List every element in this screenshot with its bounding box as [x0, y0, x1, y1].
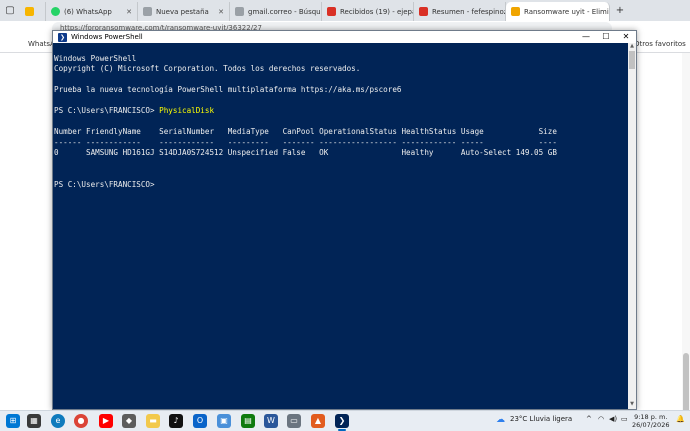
outlook-icon[interactable]: O — [193, 414, 207, 428]
network-icon[interactable]: ◠ — [598, 415, 604, 423]
console-blank — [54, 117, 628, 128]
clock-date: 26/07/2026 — [632, 421, 670, 429]
console-prompt-line: PS C:\Users\FRANCISCO> — [54, 179, 155, 189]
warning-favicon-icon — [511, 7, 520, 16]
tab-pinned[interactable] — [20, 2, 46, 21]
tab-label: Nueva pestaña — [156, 7, 209, 16]
scroll-down-icon[interactable]: ▼ — [628, 401, 636, 409]
console-blank — [54, 96, 628, 107]
file-explorer-icon[interactable]: ▬ — [146, 414, 160, 428]
system-clock[interactable]: 9:18 p. m. 26/07/2026 — [632, 413, 669, 429]
close-tab-icon[interactable]: ✕ — [126, 8, 132, 16]
tab-ransomware-forum[interactable]: Ransomware uyit - Elimi ✕ — [506, 2, 610, 21]
show-hidden-icons-icon[interactable]: ^ — [586, 415, 592, 423]
weather-text[interactable]: 23°C Lluvia ligera — [510, 415, 572, 423]
word-icon[interactable]: W — [264, 414, 278, 428]
battery-icon[interactable]: ▭ — [621, 415, 628, 423]
tab-label: (6) WhatsApp — [64, 7, 112, 16]
page-favicon-icon — [235, 7, 244, 16]
powershell-taskbar-icon[interactable]: ❯ — [335, 414, 349, 431]
tab-label: gmail.correo - Búsqueda — [248, 7, 321, 16]
console-line-pscore: Prueba la nueva tecnología PowerShell mu… — [54, 85, 402, 94]
console-line-copyright: Copyright (C) Microsoft Corporation. Tod… — [54, 64, 361, 73]
close-button[interactable]: ✕ — [616, 31, 636, 43]
bookmark-other-favorites[interactable]: Otros favoritos — [634, 40, 686, 48]
console-blank — [54, 169, 628, 180]
close-tab-icon[interactable]: ✕ — [218, 8, 224, 16]
table-header-underline: ------ ------------ ------------ -------… — [54, 137, 557, 147]
tab-new-tab[interactable]: Nueva pestaña ✕ — [138, 2, 230, 21]
pinned-tab-favicon-icon — [25, 7, 34, 16]
console-line-title: Windows PowerShell — [54, 53, 137, 63]
tab-gmail-summary[interactable]: Resumen - fefespinoza@ ✕ — [414, 2, 506, 21]
tab-menu-icon[interactable]: ▢ — [0, 0, 20, 21]
tab-search[interactable]: gmail.correo - Búsqueda ✕ — [230, 2, 322, 21]
console-command-line: PS C:\Users\FRANCISCO> PhysicalDisk — [54, 106, 628, 117]
powershell-titlebar[interactable]: ❯ Windows PowerShell — ☐ ✕ — [53, 31, 636, 43]
scroll-up-icon[interactable]: ▲ — [628, 43, 636, 51]
tab-label: Ransomware uyit - Elimi — [524, 7, 609, 16]
taskbar: ⊞ ▦ e ● ▶ ◆ ▬ ♪ O ▣ ▤ W ▭ ▲ ❯ ☁ 23°C Llu… — [0, 410, 690, 431]
tab-label: Resumen - fefespinoza@ — [432, 7, 505, 16]
tiktok-icon[interactable]: ♪ — [169, 414, 183, 428]
console-blank — [54, 75, 628, 86]
powershell-icon: ❯ — [58, 32, 67, 42]
table-row: 0 SAMSUNG HD161GJ S14DJA0S724512 Unspeci… — [54, 148, 557, 157]
table-header: Number FriendlyName SerialNumber MediaTy… — [54, 127, 557, 136]
whatsapp-favicon-icon — [51, 7, 60, 16]
console-output[interactable]: Windows PowerShell Copyright (C) Microsof… — [53, 43, 628, 409]
browser-tab-strip: ▢ (6) WhatsApp ✕ Nueva pestaña ✕ gmail.c… — [0, 0, 690, 21]
app-icon[interactable]: ◆ — [122, 414, 136, 428]
gmail-favicon-icon — [419, 7, 428, 16]
volume-icon[interactable]: ◀) — [609, 415, 617, 423]
notifications-bell-icon[interactable]: 🔔 — [676, 415, 685, 423]
app-icon[interactable]: ▭ — [287, 414, 301, 428]
store-icon[interactable]: ▣ — [217, 414, 231, 428]
start-windows-icon[interactable]: ⊞ — [6, 414, 20, 428]
console-command: PhysicalDisk — [159, 106, 215, 115]
app-icon[interactable]: ▲ — [311, 414, 325, 428]
spreadsheet-app-icon[interactable]: ▤ — [241, 414, 255, 428]
clock-time: 9:18 p. m. — [634, 413, 668, 421]
powershell-window[interactable]: ❯ Windows PowerShell — ☐ ✕ Windows Power… — [52, 30, 637, 410]
window-title: Windows PowerShell — [71, 33, 143, 41]
console-blank — [54, 159, 628, 170]
minimize-button[interactable]: — — [576, 31, 596, 43]
chrome-browser-icon[interactable]: ● — [74, 414, 88, 428]
gmail-favicon-icon — [327, 7, 336, 16]
task-view-icon[interactable]: ▦ — [27, 414, 41, 428]
console-scrollbar-thumb[interactable] — [629, 51, 635, 69]
tab-whatsapp[interactable]: (6) WhatsApp ✕ — [46, 2, 138, 21]
tab-label: Recibidos (19) - ejeparra — [340, 7, 413, 16]
console-prompt: PS C:\Users\FRANCISCO> — [54, 106, 160, 115]
page-scrollbar[interactable] — [682, 53, 690, 431]
edge-browser-icon[interactable]: e — [51, 414, 65, 428]
console-scrollbar[interactable]: ▲ ▼ — [628, 43, 636, 409]
new-tab-plus-icon[interactable]: + — [610, 0, 630, 21]
tab-gmail-inbox[interactable]: Recibidos (19) - ejeparra ✕ — [322, 2, 414, 21]
weather-cloud-icon[interactable]: ☁ — [496, 415, 505, 425]
youtube-icon[interactable]: ▶ — [99, 414, 113, 428]
maximize-button[interactable]: ☐ — [596, 31, 616, 43]
page-favicon-icon — [143, 7, 152, 16]
